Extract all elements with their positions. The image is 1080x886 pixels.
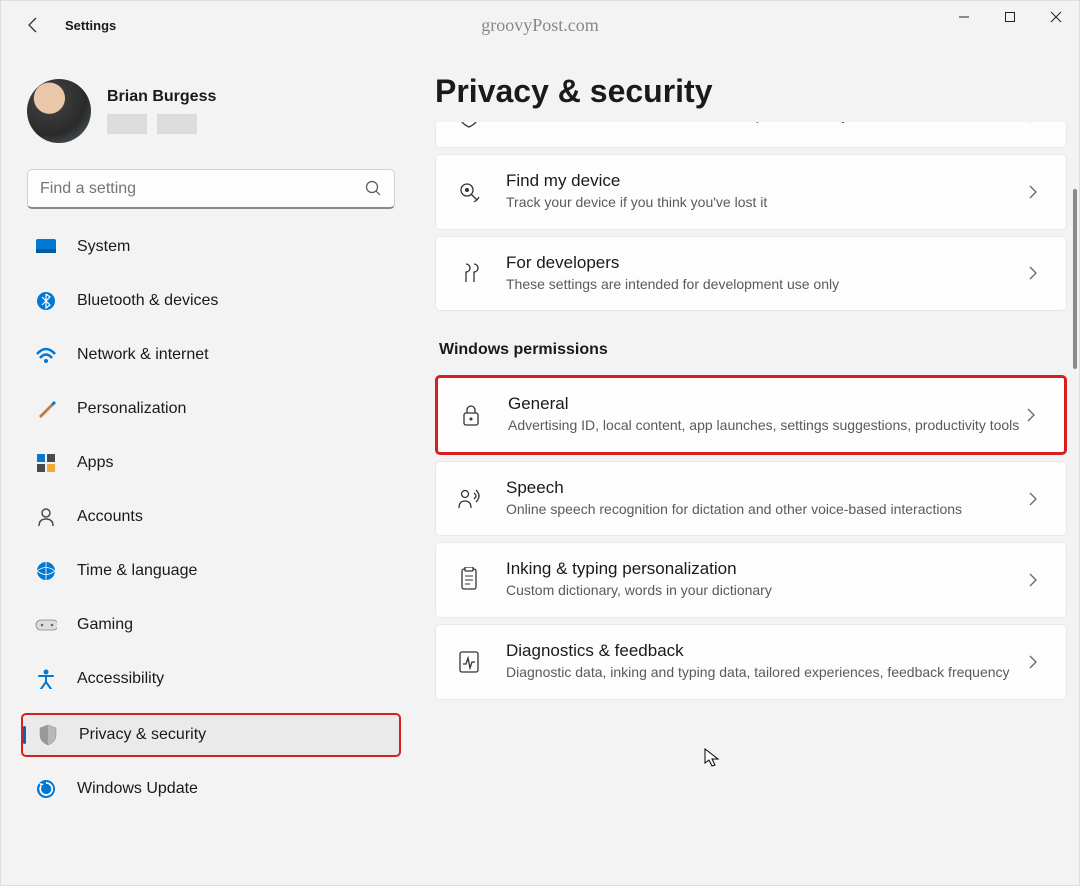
accounts-icon: [35, 506, 57, 528]
nav-label: Gaming: [77, 616, 133, 634]
sidebar-item-bluetooth[interactable]: Bluetooth & devices: [21, 281, 401, 321]
bluetooth-icon: [35, 290, 57, 312]
chevron-right-icon: [1028, 184, 1046, 200]
content: Privacy & security Antivirus, browser, f…: [411, 49, 1079, 885]
speech-icon: [456, 486, 482, 512]
card-windows-security[interactable]: Antivirus, browser, firewall, and networ…: [435, 122, 1067, 148]
nav-label: Bluetooth & devices: [77, 292, 218, 310]
inking-icon: [456, 567, 482, 593]
app-title: Settings: [65, 18, 116, 33]
card-title: Find my device: [506, 171, 1028, 191]
nav-label: Accounts: [77, 508, 143, 526]
system-icon: [35, 236, 57, 258]
apps-icon: [35, 452, 57, 474]
avatar: [27, 79, 91, 143]
paint-icon: [35, 398, 57, 420]
sidebar-item-personalization[interactable]: Personalization: [21, 389, 401, 429]
search-input[interactable]: [40, 180, 365, 198]
nav-label: Windows Update: [77, 780, 198, 798]
chevron-right-icon: [1028, 572, 1046, 588]
sidebar-item-accounts[interactable]: Accounts: [21, 497, 401, 537]
shield-icon: [37, 724, 59, 746]
card-desc: Online speech recognition for dictation …: [506, 500, 1028, 520]
lock-icon: [458, 402, 484, 428]
update-icon: [35, 778, 57, 800]
card-inking[interactable]: Inking & typing personalization Custom d…: [435, 542, 1067, 618]
search-box[interactable]: [27, 169, 395, 209]
sidebar-item-accessibility[interactable]: Accessibility: [21, 659, 401, 699]
chevron-right-icon: [1028, 122, 1046, 124]
scrollbar[interactable]: [1073, 189, 1077, 369]
nav-label: Personalization: [77, 400, 186, 418]
accessibility-icon: [35, 668, 57, 690]
card-desc: Track your device if you think you've lo…: [506, 193, 1028, 213]
sidebar-item-system[interactable]: System: [21, 227, 401, 267]
sidebar-item-network[interactable]: Network & internet: [21, 335, 401, 375]
gaming-icon: [35, 614, 57, 636]
card-find-my-device[interactable]: Find my device Track your device if you …: [435, 154, 1067, 230]
user-extra: [107, 114, 216, 134]
nav-label: Privacy & security: [79, 726, 206, 744]
card-title: For developers: [506, 253, 1028, 273]
developers-icon: [456, 260, 482, 286]
card-diagnostics[interactable]: Diagnostics & feedback Diagnostic data, …: [435, 624, 1067, 700]
sidebar-item-apps[interactable]: Apps: [21, 443, 401, 483]
user-block[interactable]: Brian Burgess: [21, 69, 401, 163]
card-desc: Custom dictionary, words in your diction…: [506, 581, 1028, 601]
sidebar-item-privacy[interactable]: Privacy & security: [21, 713, 401, 757]
card-title: Inking & typing personalization: [506, 559, 1028, 579]
minimize-button[interactable]: [941, 1, 987, 33]
titlebar: Settings groovyPost.com: [1, 1, 1079, 49]
close-button[interactable]: [1033, 1, 1079, 33]
scroll-area[interactable]: Antivirus, browser, firewall, and networ…: [435, 122, 1067, 882]
card-speech[interactable]: Speech Online speech recognition for dic…: [435, 461, 1067, 537]
settings-window: Settings groovyPost.com Brian Burgess: [0, 0, 1080, 886]
nav-list: System Bluetooth & devices Network & int…: [21, 227, 401, 823]
user-name: Brian Burgess: [107, 88, 216, 106]
card-desc: These settings are intended for developm…: [506, 275, 1028, 295]
nav-label: Time & language: [77, 562, 197, 580]
nav-label: System: [77, 238, 130, 256]
redacted-box: [157, 114, 197, 134]
chevron-right-icon: [1028, 265, 1046, 281]
search-icon: [365, 180, 382, 197]
nav-label: Accessibility: [77, 670, 164, 688]
sidebar-item-time[interactable]: Time & language: [21, 551, 401, 591]
nav-label: Network & internet: [77, 346, 209, 364]
wifi-icon: [35, 344, 57, 366]
chevron-right-icon: [1028, 491, 1046, 507]
find-device-icon: [456, 179, 482, 205]
section-heading: Windows permissions: [439, 341, 1067, 359]
card-title: Diagnostics & feedback: [506, 641, 1028, 661]
nav-label: Apps: [77, 454, 113, 472]
sidebar-item-update[interactable]: Windows Update: [21, 769, 401, 809]
body: Brian Burgess System: [1, 49, 1079, 885]
security-shield-icon: [456, 122, 482, 129]
card-for-developers[interactable]: For developers These settings are intend…: [435, 236, 1067, 312]
maximize-button[interactable]: [987, 1, 1033, 33]
redacted-box: [107, 114, 147, 134]
card-general[interactable]: General Advertising ID, local content, a…: [435, 375, 1067, 455]
back-button[interactable]: [13, 5, 53, 45]
page-title: Privacy & security: [435, 73, 1067, 110]
card-title: General: [508, 394, 1026, 414]
card-title: Speech: [506, 478, 1028, 498]
time-icon: [35, 560, 57, 582]
sidebar: Brian Burgess System: [1, 49, 411, 885]
sidebar-item-gaming[interactable]: Gaming: [21, 605, 401, 645]
window-controls: [941, 1, 1079, 33]
card-desc: Advertising ID, local content, app launc…: [508, 416, 1026, 436]
chevron-right-icon: [1026, 407, 1044, 423]
watermark: groovyPost.com: [481, 15, 599, 36]
card-desc: Diagnostic data, inking and typing data,…: [506, 663, 1028, 683]
chevron-right-icon: [1028, 654, 1046, 670]
cursor-icon: [704, 748, 722, 768]
card-desc: Antivirus, browser, firewall, and networ…: [506, 122, 1028, 126]
diagnostics-icon: [456, 649, 482, 675]
